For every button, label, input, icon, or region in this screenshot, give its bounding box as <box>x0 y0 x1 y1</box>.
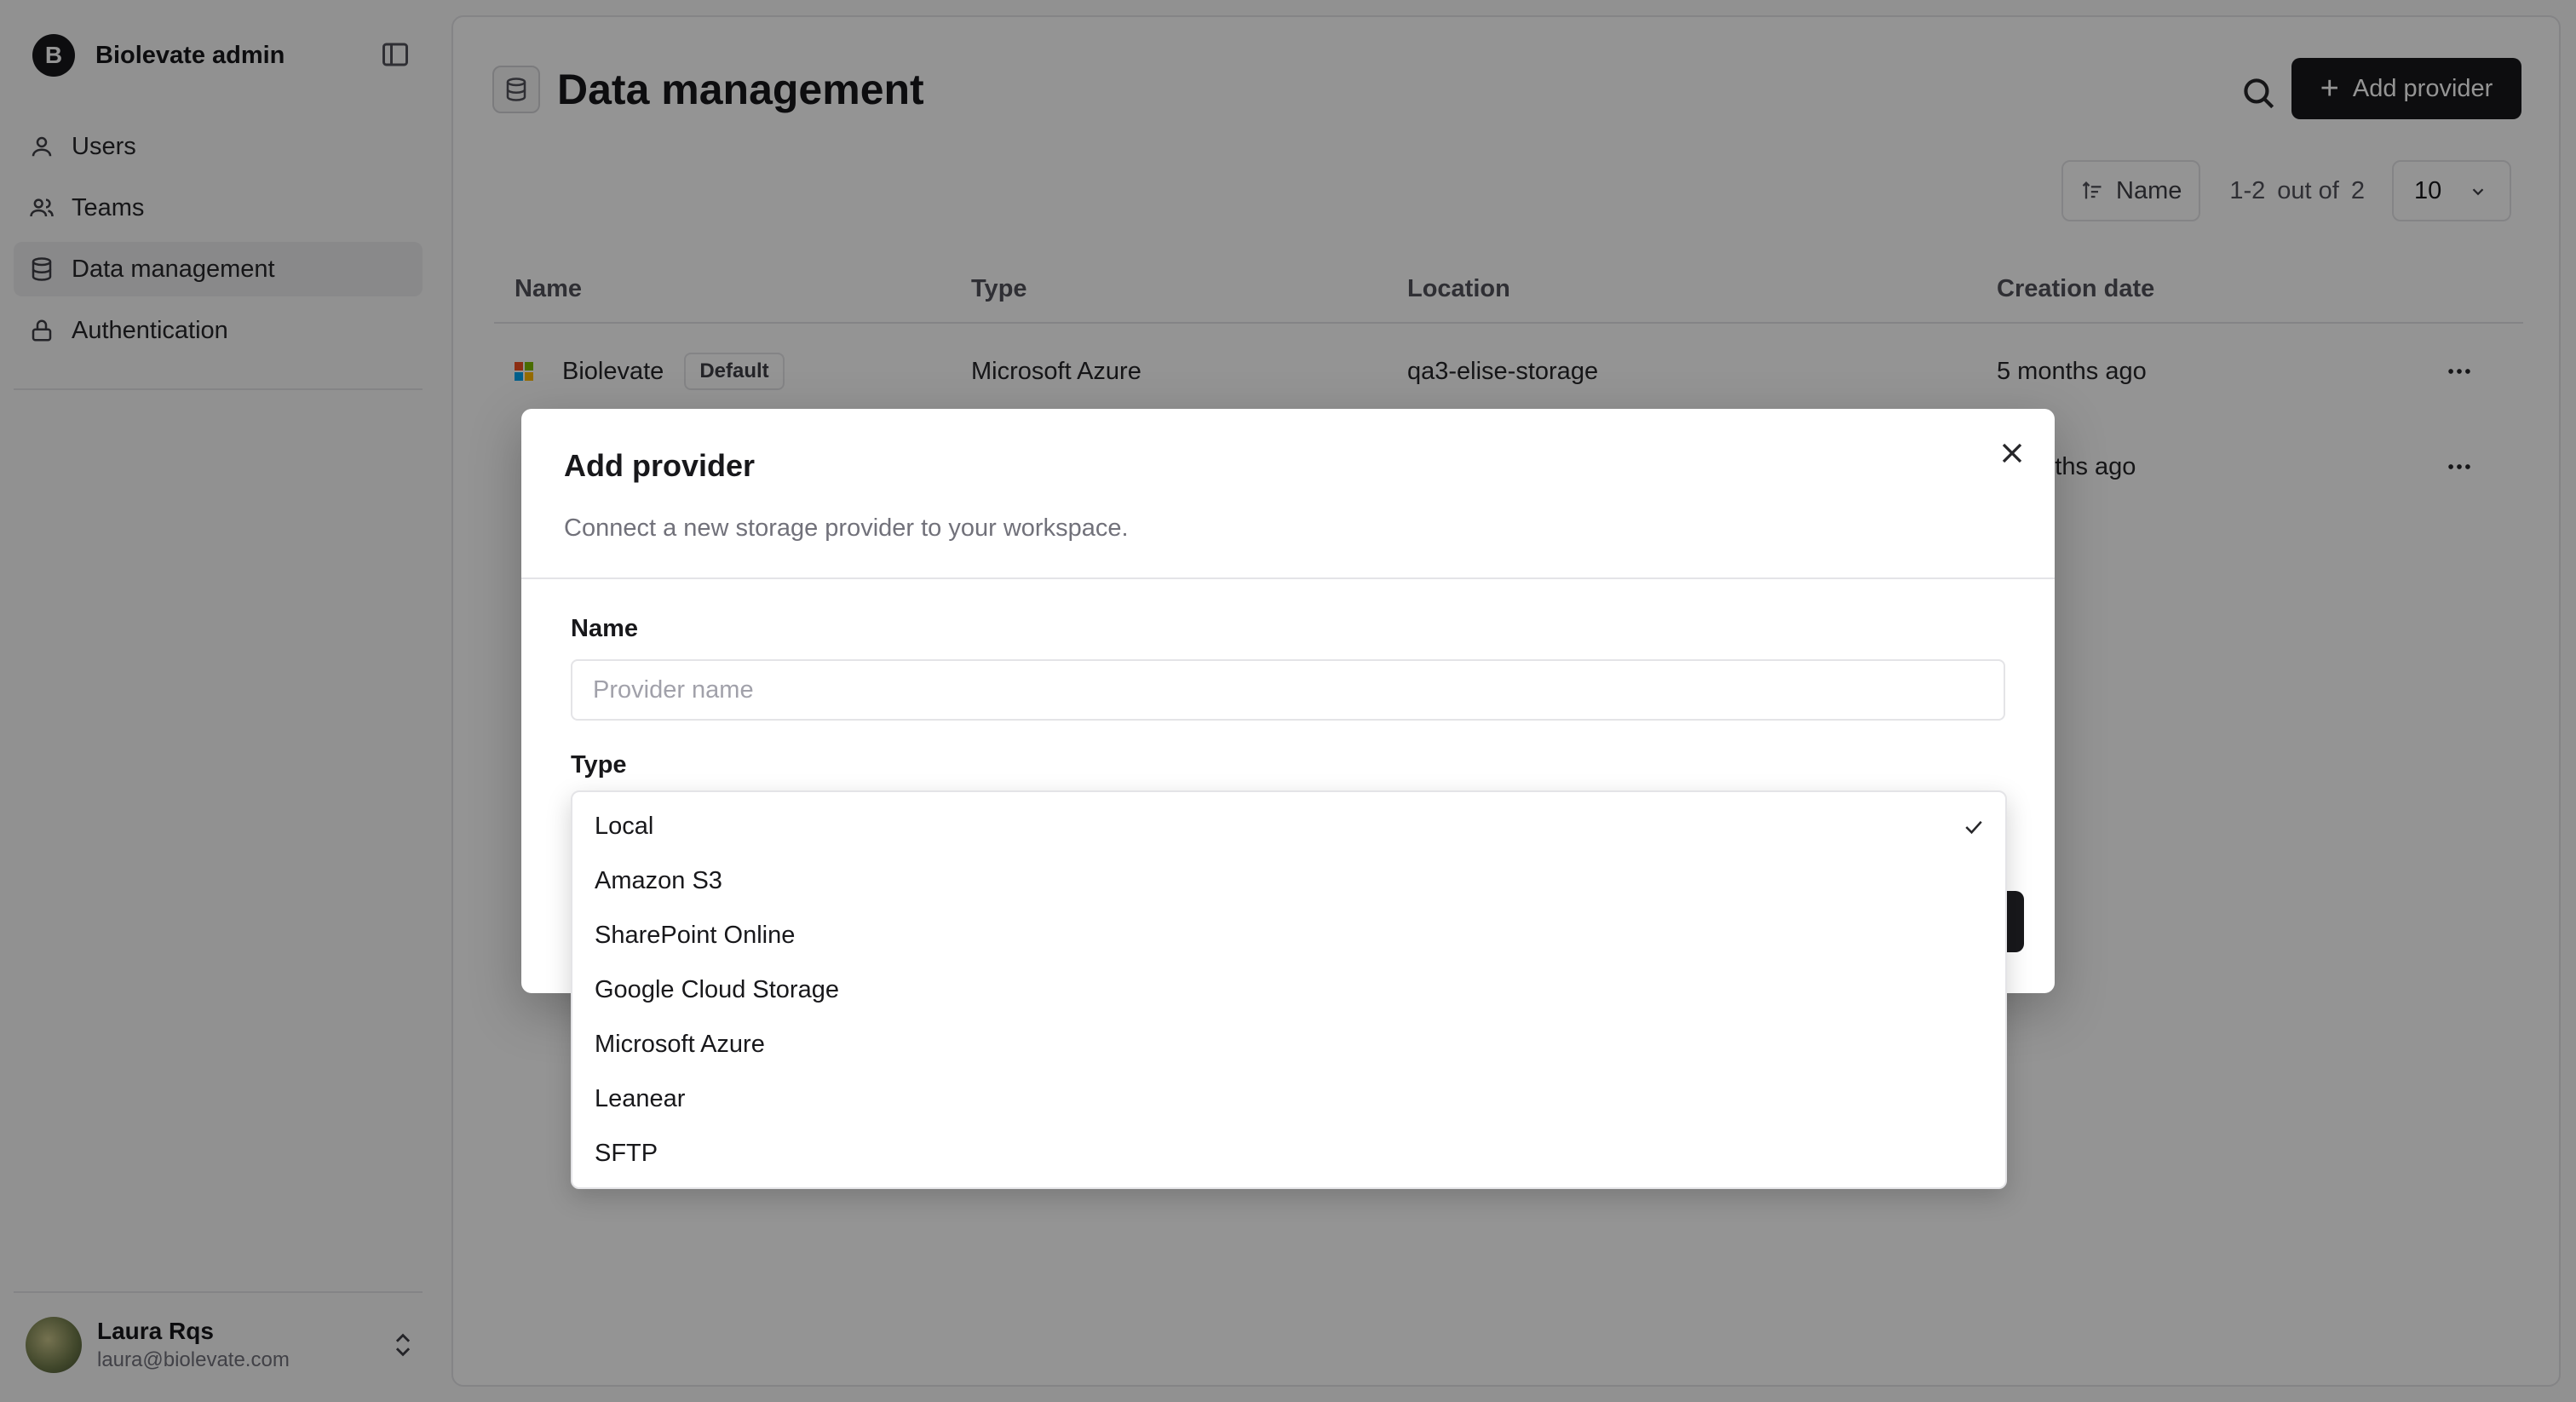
type-option-label: Microsoft Azure <box>595 1030 765 1058</box>
dialog-divider <box>521 577 2055 579</box>
type-option-microsoft-azure[interactable]: Microsoft Azure <box>572 1017 2005 1072</box>
type-option-label: SFTP <box>595 1139 658 1167</box>
type-option-label: Local <box>595 812 654 840</box>
dialog-title: Add provider <box>564 448 756 483</box>
close-icon[interactable] <box>1995 436 2029 470</box>
type-option-sftp[interactable]: SFTP <box>572 1126 2005 1181</box>
check-icon <box>1965 820 1982 835</box>
type-option-label: Google Cloud Storage <box>595 975 839 1003</box>
type-option-google-cloud-storage[interactable]: Google Cloud Storage <box>572 962 2005 1017</box>
type-option-sharepoint[interactable]: SharePoint Online <box>572 908 2005 962</box>
type-option-label: Leanear <box>595 1084 686 1112</box>
provider-name-input[interactable] <box>571 659 2005 721</box>
type-option-label: Amazon S3 <box>595 866 722 894</box>
type-option-local[interactable]: Local <box>572 799 2005 853</box>
type-option-leanear[interactable]: Leanear <box>572 1072 2005 1126</box>
type-dropdown: Local Amazon S3 SharePoint Online Google… <box>571 790 2007 1189</box>
name-label: Name <box>571 615 638 642</box>
submit-button[interactable] <box>2005 891 2024 952</box>
type-option-label: SharePoint Online <box>595 921 796 949</box>
type-label: Type <box>571 751 627 779</box>
dialog-subtitle: Connect a new storage provider to your w… <box>564 514 1129 542</box>
type-option-amazon-s3[interactable]: Amazon S3 <box>572 853 2005 908</box>
